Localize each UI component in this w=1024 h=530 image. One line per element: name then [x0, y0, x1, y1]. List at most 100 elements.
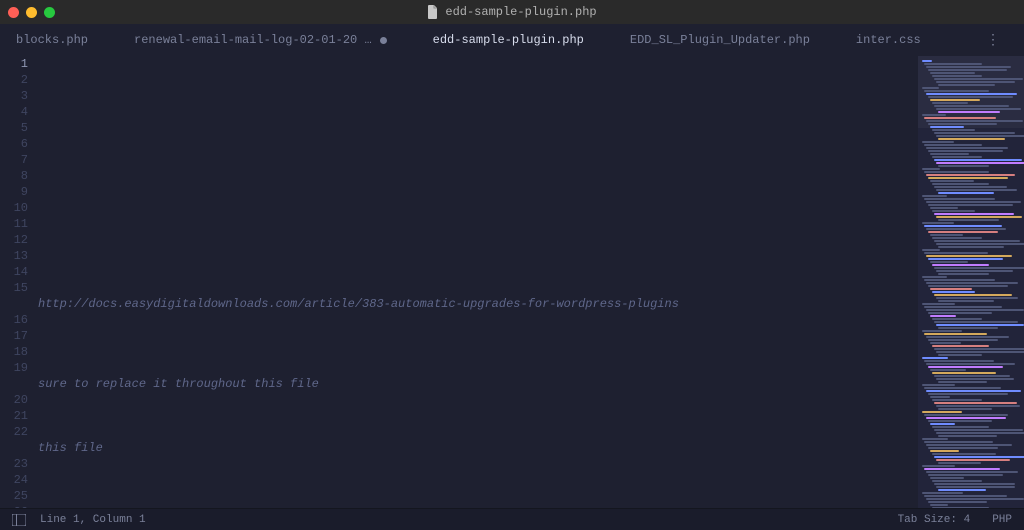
minimap-line: [938, 273, 989, 275]
code-line[interactable]: 6: [0, 136, 918, 152]
status-bar: Line 1, Column 1 Tab Size: 4 PHP: [0, 508, 1024, 530]
code-line[interactable]: 15: [0, 280, 918, 296]
window-titlebar: edd-sample-plugin.php: [0, 0, 1024, 24]
minimap-line: [922, 87, 939, 89]
minimap-line: [930, 450, 959, 452]
minimap-line: [924, 198, 995, 200]
minimap-line: [926, 228, 1006, 230]
minimap-line: [930, 99, 980, 101]
tab-1[interactable]: renewal-email-mail-log-02-01-20 …: [134, 33, 405, 47]
tab-2[interactable]: edd-sample-plugin.php: [433, 33, 602, 47]
code-line[interactable]: 24: [0, 472, 918, 488]
code-line[interactable]: 4: [0, 104, 918, 120]
code-line[interactable]: 22: [0, 424, 918, 440]
minimap-line: [930, 72, 975, 74]
code-line[interactable]: 11: [0, 216, 918, 232]
line-number: 20: [0, 392, 38, 408]
code-line[interactable]: 7: [0, 152, 918, 168]
line-number: 21: [0, 408, 38, 424]
minimap-line: [924, 144, 982, 146]
minimap-line: [938, 435, 997, 437]
minimap-line: [932, 129, 975, 131]
minimap-line: [938, 219, 999, 221]
minimap-line: [930, 504, 948, 506]
minimap-line: [930, 180, 974, 182]
minimap-line: [932, 183, 989, 185]
code-line[interactable]: 18: [0, 344, 918, 360]
minimap-line: [938, 327, 998, 329]
tab-0[interactable]: blocks.php: [16, 33, 106, 47]
minimap-line: [930, 477, 964, 479]
code-line[interactable]: 16: [0, 312, 918, 328]
code-line[interactable]: 12: [0, 232, 918, 248]
code-line-wrap[interactable]: this file: [0, 440, 918, 456]
code-line[interactable]: 1: [0, 56, 918, 72]
code-line[interactable]: 2: [0, 72, 918, 88]
editor: 123456789101112131415http://docs.easydig…: [0, 56, 1024, 508]
minimap-line: [938, 246, 1004, 248]
code-line-wrap[interactable]: sure to replace it throughout this file: [0, 376, 918, 392]
minimap-line: [924, 468, 1000, 470]
code-line[interactable]: 10: [0, 200, 918, 216]
minimap-line: [932, 291, 975, 293]
minimap-line: [928, 339, 998, 341]
minimap-line: [934, 402, 1017, 404]
minimap-line: [930, 261, 968, 263]
minimap-line: [922, 465, 955, 467]
tabbar-overflow-button[interactable]: ⋮: [980, 28, 1008, 53]
minimap-line: [926, 444, 1012, 446]
sidebar-toggle-icon[interactable]: [12, 514, 26, 526]
code-line[interactable]: 20: [0, 392, 918, 408]
line-number: 24: [0, 472, 38, 488]
code-line[interactable]: 17: [0, 328, 918, 344]
minimap-line: [936, 243, 1024, 245]
code-line[interactable]: 8: [0, 168, 918, 184]
minimap-line: [938, 165, 989, 167]
tab-4[interactable]: inter.css: [856, 33, 939, 47]
code-line[interactable]: 13: [0, 248, 918, 264]
minimap-line: [922, 492, 963, 494]
status-syntax[interactable]: PHP: [992, 514, 1012, 526]
minimap-line: [922, 222, 954, 224]
window-title-text: edd-sample-plugin.php: [445, 5, 596, 19]
minimap-line: [932, 75, 982, 77]
minimap-line: [936, 162, 1024, 164]
line-number: 25: [0, 488, 38, 504]
minimap-line: [924, 306, 1002, 308]
minimap-line: [932, 345, 989, 347]
code-line[interactable]: 25: [0, 488, 918, 504]
code-line[interactable]: 19: [0, 360, 918, 376]
code-line[interactable]: 3: [0, 88, 918, 104]
code-line[interactable]: 9: [0, 184, 918, 200]
tab-3[interactable]: EDD_SL_Plugin_Updater.php: [630, 33, 828, 47]
traffic-lights: [8, 7, 55, 18]
minimap-line: [926, 471, 1018, 473]
status-position[interactable]: Line 1, Column 1: [40, 514, 146, 526]
minimize-window-button[interactable]: [26, 7, 37, 18]
zoom-window-button[interactable]: [44, 7, 55, 18]
minimap-line: [930, 342, 961, 344]
line-number: 10: [0, 200, 38, 216]
close-window-button[interactable]: [8, 7, 19, 18]
line-number: 3: [0, 88, 38, 104]
minimap-line: [922, 168, 940, 170]
minimap-line: [926, 93, 1017, 95]
minimap-line: [924, 414, 1008, 416]
tab-label: edd-sample-plugin.php: [433, 33, 584, 47]
minimap-line: [932, 453, 996, 455]
minimap-line: [936, 135, 1024, 137]
line-number: 17: [0, 328, 38, 344]
code-line[interactable]: 14: [0, 264, 918, 280]
line-number: 14: [0, 264, 38, 280]
minimap-line: [924, 441, 993, 443]
status-tab-size[interactable]: Tab Size: 4: [898, 514, 971, 526]
code-line-wrap[interactable]: http://docs.easydigitaldownloads.com/art…: [0, 296, 918, 312]
minimap[interactable]: [918, 56, 1024, 508]
code-line[interactable]: 5: [0, 120, 918, 136]
code-area[interactable]: 123456789101112131415http://docs.easydig…: [0, 56, 918, 508]
minimap-line: [922, 357, 948, 359]
tab-label: blocks.php: [16, 33, 88, 47]
minimap-line: [930, 369, 966, 371]
code-line[interactable]: 21: [0, 408, 918, 424]
code-line[interactable]: 23: [0, 456, 918, 472]
